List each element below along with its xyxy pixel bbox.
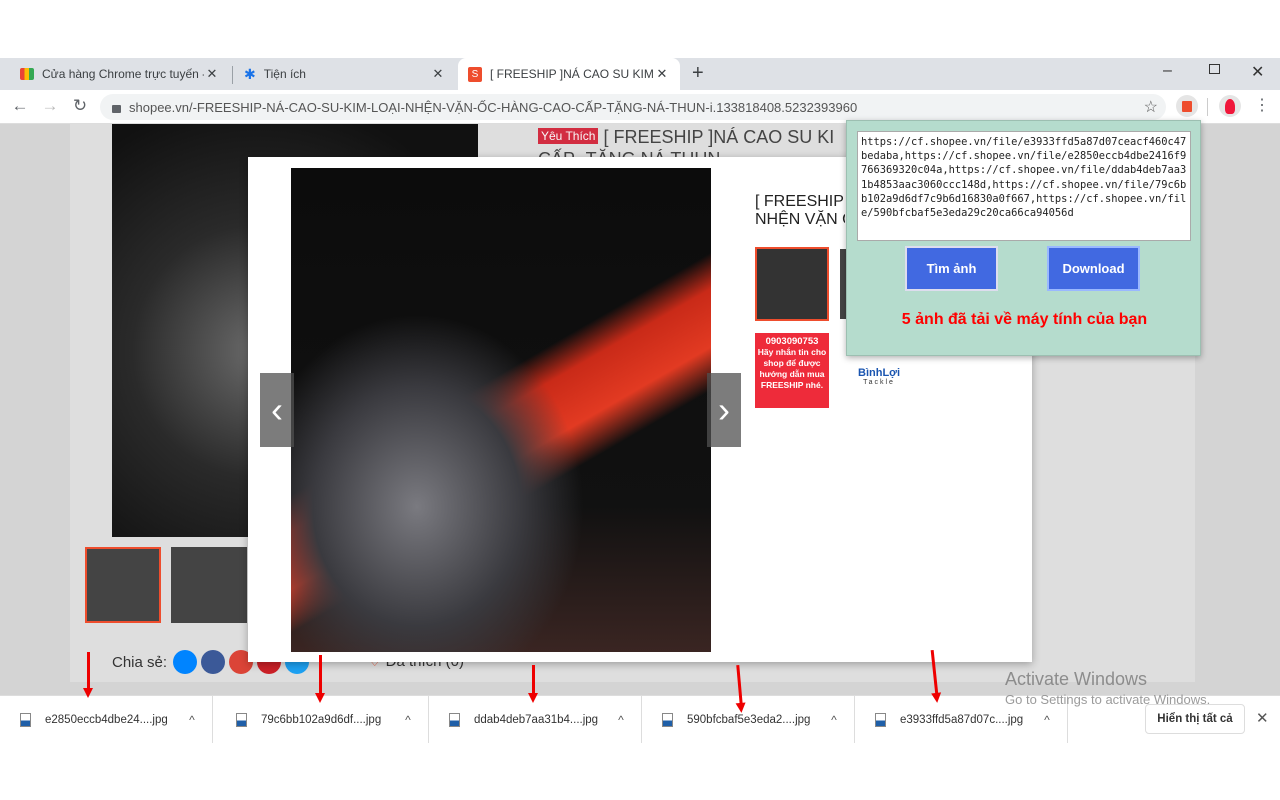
back-button[interactable]: ← bbox=[9, 96, 31, 116]
tab-label: Tiện ích bbox=[263, 67, 306, 81]
url-text: shopee.vn/-FREESHIP-NÁ-CAO-SU-KIM-LOẠI-N… bbox=[129, 99, 858, 115]
activate-windows-subtitle: Go to Settings to activate Windows. bbox=[1005, 692, 1211, 707]
chevron-up-icon[interactable]: ^ bbox=[1027, 713, 1067, 727]
chevron-right-icon: › bbox=[718, 389, 730, 430]
close-downloads-bar-icon[interactable]: ✕ bbox=[1256, 709, 1269, 727]
product-thumbnail[interactable] bbox=[171, 547, 247, 623]
image-file-icon bbox=[449, 712, 460, 727]
modal-title-line2: NHỆN VẶN Ố bbox=[755, 211, 845, 228]
product-title: [ FREESHIP ]NÁ CAO SU KI bbox=[603, 127, 835, 147]
annotation-arrow bbox=[528, 665, 538, 703]
close-tab-icon[interactable]: ✕ bbox=[204, 66, 220, 82]
chevron-up-icon[interactable]: ^ bbox=[814, 713, 854, 727]
profile-icon bbox=[1225, 98, 1235, 114]
shopee-extension-button[interactable] bbox=[1176, 95, 1198, 117]
bookmark-star-icon[interactable]: ☆ bbox=[1144, 97, 1158, 117]
annotation-arrow bbox=[83, 652, 93, 698]
tab-label: [ FREESHIP ]NÁ CAO SU KIM LOẠI bbox=[490, 67, 654, 81]
forward-button[interactable]: → bbox=[39, 96, 61, 116]
download-item[interactable]: 590bfcbaf5e3eda2....jpg ^ bbox=[642, 696, 855, 743]
download-item[interactable]: 79c6bb102a9d6df....jpg ^ bbox=[216, 696, 429, 743]
minimize-button[interactable]: – bbox=[1163, 62, 1172, 80]
chrome-webstore-icon bbox=[20, 68, 34, 80]
shopee-bag-icon bbox=[1182, 100, 1192, 112]
image-file-icon bbox=[20, 712, 31, 727]
shopee-icon: S bbox=[468, 66, 482, 82]
close-tab-icon[interactable]: ✕ bbox=[654, 66, 670, 82]
profile-avatar[interactable] bbox=[1219, 95, 1241, 117]
extension-popup: https://cf.shopee.vn/file/e3933ffd5a87d0… bbox=[846, 120, 1201, 356]
toolbar: ← → ↻ shopee.vn/-FREESHIP-NÁ-CAO-SU-KIM-… bbox=[0, 90, 1280, 124]
find-images-button[interactable]: Tìm ảnh bbox=[905, 246, 998, 291]
favorite-badge: Yêu Thích bbox=[538, 128, 599, 144]
image-file-icon bbox=[662, 712, 673, 727]
logo-text: BìnhLợi bbox=[858, 367, 901, 379]
lock-icon bbox=[112, 104, 121, 113]
next-image-button[interactable]: › bbox=[707, 373, 741, 447]
prev-image-button[interactable]: ‹ bbox=[260, 373, 294, 447]
address-bar[interactable]: shopee.vn/-FREESHIP-NÁ-CAO-SU-KIM-LOẠI-N… bbox=[100, 94, 1166, 120]
show-all-downloads-button[interactable]: Hiển thị tất cả bbox=[1145, 704, 1245, 734]
modal-thumbnail[interactable] bbox=[755, 247, 829, 321]
share-label: Chia sẻ: bbox=[112, 653, 168, 671]
modal-title: [ FREESHIP NHỆN VẶN Ố bbox=[755, 193, 845, 229]
download-filename: ddab4deb7aa31b4....jpg bbox=[474, 713, 599, 726]
tab-shopee-product[interactable]: S [ FREESHIP ]NÁ CAO SU KIM LOẠI ✕ bbox=[458, 58, 680, 90]
download-filename: e3933ffd5a87d07c....jpg bbox=[900, 713, 1024, 726]
modal-product-image bbox=[291, 168, 711, 652]
tab-divider bbox=[232, 66, 233, 84]
tab-label: Cửa hàng Chrome trực tuyến - dữ bbox=[42, 67, 204, 81]
close-tab-icon[interactable]: ✕ bbox=[430, 66, 446, 82]
chevron-left-icon: ‹ bbox=[271, 389, 283, 430]
messenger-share-icon[interactable] bbox=[173, 650, 198, 674]
download-filename: 79c6bb102a9d6df....jpg bbox=[261, 713, 382, 726]
promo-phone: 0903090753 bbox=[765, 336, 819, 347]
download-item[interactable]: ddab4deb7aa31b4....jpg ^ bbox=[429, 696, 642, 743]
download-filename: e2850eccb4dbe24....jpg bbox=[45, 713, 168, 726]
shop-logo: BìnhLợi Tackle bbox=[858, 368, 900, 388]
tab-extensions[interactable]: ✱ Tiện ích ✕ bbox=[234, 58, 456, 90]
tab-chrome-webstore[interactable]: Cửa hàng Chrome trực tuyến - dữ ✕ bbox=[10, 58, 230, 90]
facebook-share-icon[interactable] bbox=[201, 650, 226, 674]
promo-banner[interactable]: 0903090753 Hãy nhắn tin cho shop để được… bbox=[755, 333, 829, 408]
image-file-icon bbox=[875, 712, 886, 727]
new-tab-button[interactable]: + bbox=[692, 62, 704, 85]
tab-bar: Cửa hàng Chrome trực tuyến - dữ ✕ ✱ Tiện… bbox=[0, 58, 1280, 90]
download-filename: 590bfcbaf5e3eda2....jpg bbox=[687, 713, 811, 726]
menu-kebab-icon[interactable]: ⋮ bbox=[1254, 95, 1270, 115]
activate-windows-title: Activate Windows bbox=[1005, 669, 1148, 689]
reload-button[interactable]: ↻ bbox=[69, 96, 91, 116]
chevron-up-icon[interactable]: ^ bbox=[388, 713, 428, 727]
product-thumbnail[interactable] bbox=[85, 547, 161, 623]
chevron-up-icon[interactable]: ^ bbox=[601, 713, 641, 727]
restore-button[interactable] bbox=[1209, 64, 1220, 74]
puzzle-icon: ✱ bbox=[244, 65, 256, 82]
download-item[interactable]: e2850eccb4dbe24....jpg ^ bbox=[0, 696, 213, 743]
modal-title-line1: [ FREESHIP bbox=[755, 193, 844, 210]
toolbar-divider bbox=[1207, 98, 1208, 116]
annotation-arrow bbox=[315, 655, 325, 703]
image-urls-textarea[interactable]: https://cf.shopee.vn/file/e3933ffd5a87d0… bbox=[857, 131, 1191, 241]
logo-subtext: Tackle bbox=[863, 379, 895, 386]
image-file-icon bbox=[236, 712, 247, 727]
download-button[interactable]: Download bbox=[1047, 246, 1140, 291]
close-window-button[interactable]: ✕ bbox=[1251, 62, 1264, 82]
promo-text: Hãy nhắn tin cho shop để được hướng dẫn … bbox=[757, 347, 827, 390]
download-status: 5 ảnh đã tải về máy tính của bạn bbox=[901, 311, 1148, 328]
chevron-up-icon[interactable]: ^ bbox=[172, 713, 212, 727]
